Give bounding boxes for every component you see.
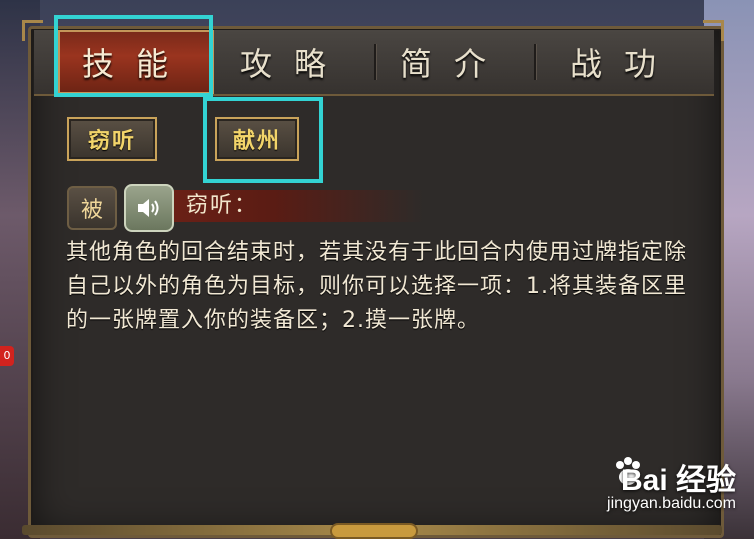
panel-bottom-ornament (332, 525, 416, 537)
speaker-icon[interactable] (124, 184, 174, 232)
watermark-logo: Bai 经验 (620, 464, 736, 497)
skill-name: 窃听： (186, 193, 259, 218)
speaker-icon-glyph (138, 199, 159, 217)
watermark: Bai 经验 jingyan.baidu.com (564, 455, 744, 525)
tab-strategy[interactable]: 攻略 (214, 30, 374, 94)
highlight-box-tab (54, 15, 213, 97)
tab-achievements[interactable]: 战功 (534, 30, 714, 94)
tab-profile[interactable]: 简介 (374, 30, 534, 94)
skill-button-qieting[interactable]: 窃听 (67, 117, 157, 161)
watermark-url: jingyan.baidu.com (607, 495, 736, 512)
skill-description: 其他角色的回合结束时，若其没有于此回合内使用过牌指定除自己以外的角色为目标，则你… (66, 240, 688, 333)
side-notification-badge: 0 (0, 346, 14, 366)
highlight-box-skill (203, 97, 323, 183)
passive-skill-badge: 被 (67, 186, 117, 230)
